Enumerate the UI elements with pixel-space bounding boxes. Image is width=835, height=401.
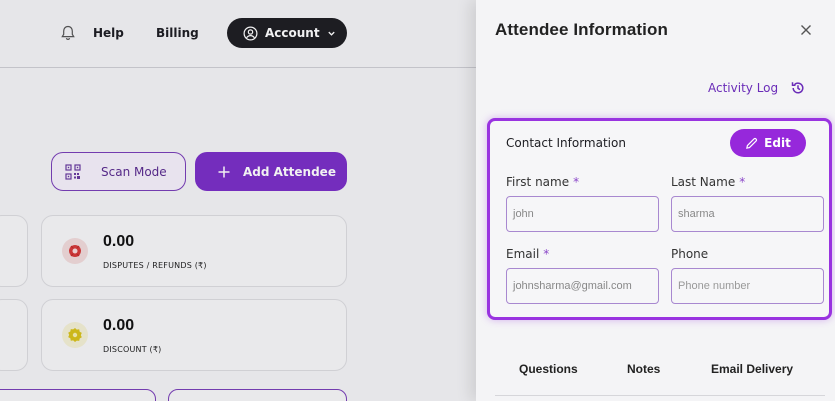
pencil-icon	[746, 137, 758, 149]
email-field[interactable]: johnsharma@gmail.com	[506, 268, 659, 304]
drawer-tabs: Questions Notes Email Delivery	[476, 362, 835, 382]
phone-field[interactable]: Phone number	[671, 268, 824, 304]
edit-label: Edit	[764, 136, 791, 150]
email-label: Email *	[506, 247, 550, 261]
edit-button[interactable]: Edit	[730, 129, 806, 157]
tab-questions[interactable]: Questions	[519, 362, 578, 376]
contact-section-title: Contact Information	[506, 136, 626, 150]
modal-overlay[interactable]	[0, 0, 476, 401]
activity-log-link[interactable]: Activity Log	[708, 80, 806, 96]
tab-notes[interactable]: Notes	[627, 362, 660, 376]
close-icon[interactable]	[798, 22, 814, 38]
drawer-title: Attendee Information	[495, 20, 668, 39]
last-name-field[interactable]: sharma	[671, 196, 824, 232]
last-name-label: Last Name *	[671, 175, 746, 189]
contact-information-section: Contact Information Edit First name * joh…	[487, 118, 832, 320]
history-icon	[791, 82, 804, 94]
first-name-label: First name *	[506, 175, 580, 189]
tab-email-delivery[interactable]: Email Delivery	[711, 362, 793, 376]
phone-label: Phone	[671, 247, 709, 261]
activity-log-label: Activity Log	[708, 81, 779, 95]
attendee-drawer: Attendee Information Activity Log Contac…	[476, 0, 835, 401]
tabs-divider	[495, 395, 825, 396]
first-name-field[interactable]: john	[506, 196, 659, 232]
